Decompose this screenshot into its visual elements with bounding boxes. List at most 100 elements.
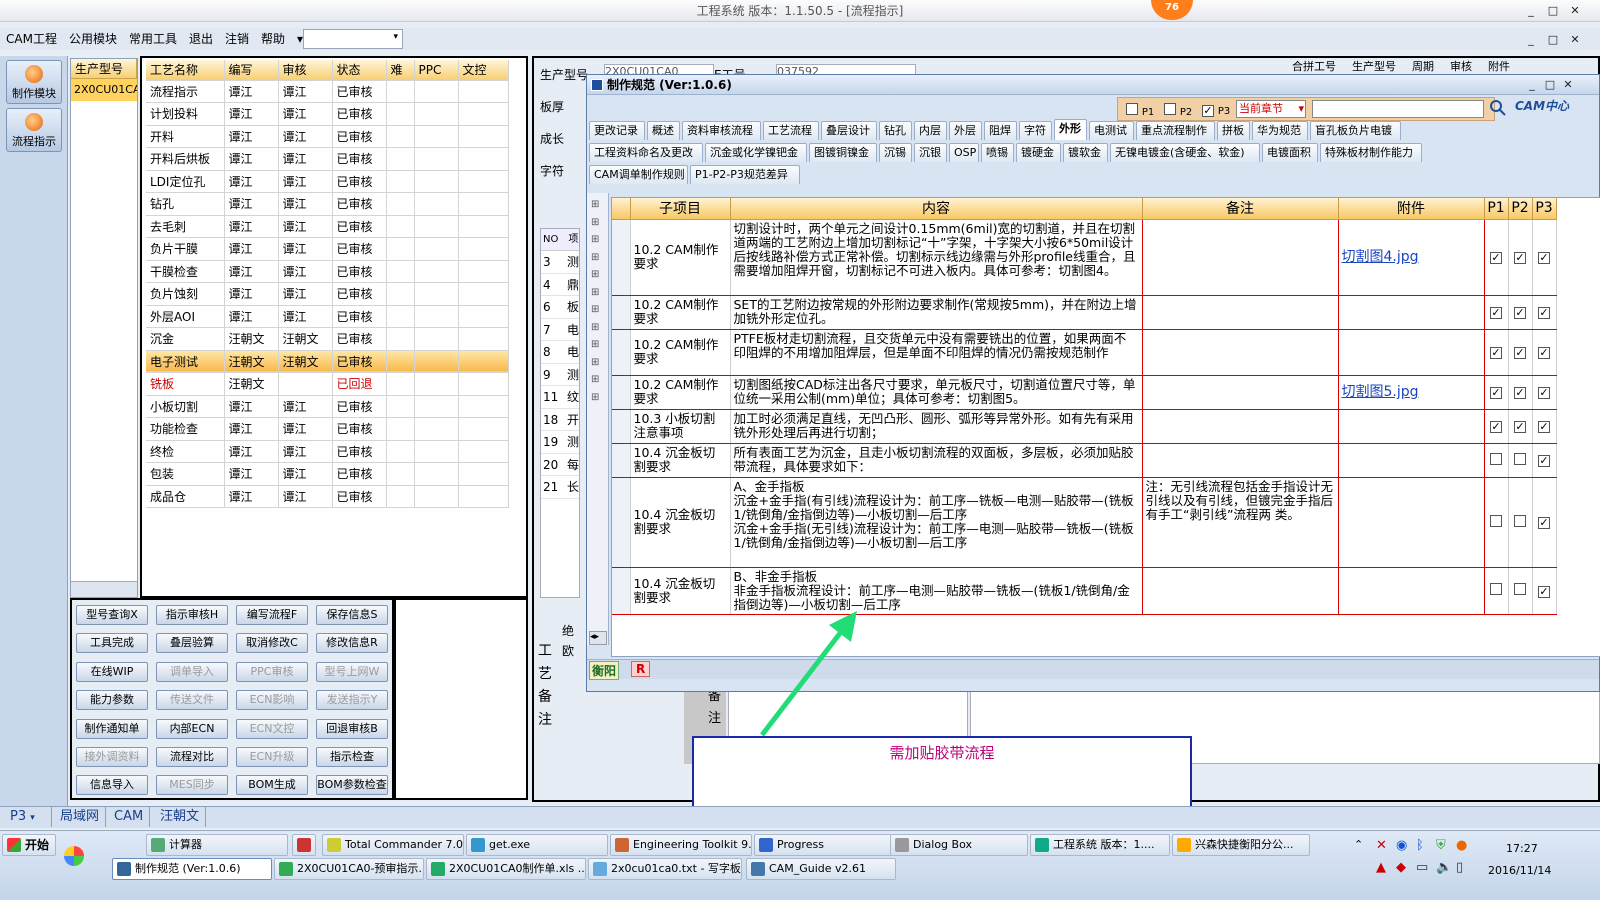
no-row[interactable]: 21 长 [541, 476, 579, 499]
tab-tabs_row1-11[interactable]: 电测试 [1089, 121, 1134, 140]
expand-icon[interactable]: ⊞ [591, 392, 599, 403]
model-header[interactable]: 生产型号 [71, 59, 137, 79]
status-user[interactable]: 汪朝文 [154, 807, 207, 827]
action-button[interactable]: PPC审核 [236, 661, 308, 682]
action-button[interactable]: 内部ECN [156, 718, 228, 739]
action-button[interactable]: 保存信息S [316, 605, 388, 625]
checkbox-icon[interactable] [1490, 452, 1502, 465]
no-row[interactable]: 18 开 [541, 409, 579, 431]
tab-tabs_row1-4[interactable]: 叠层设计 [821, 121, 877, 140]
checkmark-icon[interactable]: ✓ [1514, 421, 1526, 433]
tab-tabs_row2-6[interactable]: 喷锡 [981, 143, 1014, 162]
action-button[interactable]: 传送文件 [156, 690, 228, 711]
tab-tabs_row1-7[interactable]: 外层 [949, 121, 982, 140]
process-row[interactable]: 计划投料 谭江 谭江 已审核 [146, 102, 509, 126]
taskbar-button[interactable] [292, 834, 316, 856]
tab-tabs_row2-5[interactable]: OSP [949, 143, 979, 162]
taskbar-button[interactable]: Total Commander 7.0... [322, 834, 464, 856]
tab-tabs_row2-10[interactable]: 电镀面积 [1262, 143, 1318, 162]
taskbar-button[interactable]: 制作规范 (Ver:1.0.6) [112, 858, 272, 880]
menu-combo[interactable]: ▾ [303, 29, 403, 49]
process-row[interactable]: 功能检查 谭江 谭江 已审核 [146, 417, 509, 441]
expand-icon[interactable]: ⊞ [591, 217, 599, 228]
spec-row[interactable]: 10.4 沉金板切割要求 所有表面工艺为沉金，且走小板切割流程的双面板，多层板，必… [612, 443, 1557, 478]
process-row[interactable]: 负片蚀刻 谭江 谭江 已审核 [146, 282, 509, 306]
checkmark-icon[interactable]: ✓ [1538, 387, 1550, 399]
row-selector[interactable] [612, 295, 631, 330]
tray-expand-icon[interactable]: ⌃ [1354, 838, 1363, 851]
tab-tabs_row2-0[interactable]: 工程资料命名及更改 [589, 143, 703, 162]
action-button[interactable]: 修改信息R [316, 633, 388, 654]
checkmark-icon[interactable]: ✓ [1490, 307, 1502, 319]
taskbar-button[interactable]: 兴森快捷衡阳分公... [1172, 834, 1310, 856]
spec-row[interactable]: 10.2 CAM制作要求 切割设计时，两个单元之间设计0.15mm(6mil)宽的… [612, 219, 1557, 296]
taskbar-button[interactable]: 计算器 [146, 834, 288, 856]
tab-tabs_row1-14[interactable]: 华为规范 [1252, 121, 1308, 140]
mdi-minimize-button[interactable]: _ [1522, 32, 1540, 48]
tab-tabs_row1-12[interactable]: 重点流程制作 [1136, 121, 1215, 140]
taskbar-button[interactable]: CAM_Guide v2.61 [746, 858, 896, 880]
tray-app-icon[interactable]: ● [1456, 838, 1467, 853]
menu-help[interactable]: 帮助 [255, 28, 291, 50]
detail-tab[interactable]: 周期 [1412, 60, 1434, 73]
mdi-maximize-button[interactable]: □ [1544, 32, 1562, 48]
tray-bluetooth-icon[interactable]: ᛒ [1416, 838, 1424, 853]
no-row[interactable]: 6板 [541, 296, 579, 319]
row-selector[interactable] [612, 375, 631, 410]
checkmark-icon[interactable]: ✓ [1514, 252, 1526, 264]
process-row[interactable]: 开料后烘板 谭江 谭江 已审核 [146, 147, 509, 171]
checkbox-icon[interactable] [1490, 514, 1502, 527]
action-button[interactable]: ECN影响 [236, 690, 308, 711]
checkmark-icon[interactable]: ✓ [1514, 387, 1526, 399]
taskbar-button[interactable]: 2X0CU01CA0制作单.xls ... [426, 858, 586, 880]
process-row[interactable]: 成品仓 谭江 谭江 已审核 [146, 485, 509, 508]
action-button[interactable]: 制作通知单 [76, 718, 148, 739]
checkbox-icon[interactable] [1514, 583, 1526, 595]
process-row[interactable]: 铣板 汪朝文 已回退 [146, 372, 509, 396]
process-row[interactable]: 钻孔 谭江 谭江 已审核 [146, 192, 509, 216]
action-button[interactable]: ECN升级 [236, 747, 308, 767]
taskbar-button[interactable]: 2X0CU01CA0-预审指示... [274, 858, 424, 880]
close-button[interactable]: ✕ [1566, 3, 1584, 19]
action-button[interactable]: 能力参数 [76, 690, 148, 711]
process-row[interactable]: 外层AOI 谭江 谭江 已审核 [146, 305, 509, 328]
row-selector[interactable] [612, 443, 631, 478]
menu-public[interactable]: 公用模块 [63, 28, 123, 50]
no-row[interactable]: 11 纹 [541, 386, 579, 409]
row-selector[interactable] [612, 477, 631, 568]
tray-app2-icon[interactable]: ◆ [1396, 860, 1406, 875]
tray-volume-icon[interactable]: 🔈 [1436, 860, 1452, 875]
expand-icon[interactable]: ⊞ [591, 252, 599, 263]
taskbar-button[interactable]: 2x0cu01ca0.txt - 写字板 [588, 858, 742, 880]
checkmark-icon[interactable]: ✓ [1538, 252, 1550, 264]
tab-tabs_row1-15[interactable]: 盲孔板负片电镀 [1310, 121, 1401, 140]
action-button[interactable]: 在线WIP [76, 661, 148, 682]
search-icon[interactable] [1489, 99, 1507, 117]
no-row[interactable]: 19 测 [541, 431, 579, 454]
action-button[interactable]: 回退审核B [316, 718, 388, 739]
checkmark-icon[interactable]: ✓ [1490, 252, 1502, 264]
taskbar-button[interactable]: Dialog Box [890, 834, 1028, 856]
tab-tabs_row2-9[interactable]: 无镍电镀金(含硬金、软金) [1110, 143, 1260, 162]
attachment-link[interactable]: 切割图5.jpg [1342, 384, 1419, 400]
status-cam[interactable]: CAM [108, 807, 151, 827]
no-row[interactable]: 7电 [541, 319, 579, 341]
tab-tabs_row2-3[interactable]: 沉锡 [879, 143, 912, 162]
checkbox-icon[interactable] [1490, 583, 1502, 595]
grid-header-cell[interactable]: 文控 [458, 60, 509, 81]
model-item[interactable]: 2X0CU01CA [71, 79, 137, 101]
checkmark-icon[interactable]: ✓ [1538, 307, 1550, 319]
p3-filter[interactable]: ✓ P3 [1202, 103, 1230, 117]
tab-tabs_row1-6[interactable]: 内层 [914, 121, 947, 140]
tab-tabs_row1-0[interactable]: 更改记录 [589, 121, 645, 140]
tray-shield-icon[interactable]: ⛨ [1436, 838, 1446, 853]
spec-row[interactable]: 10.3 小板切割注意事项 加工时必须满足直线，无凹凸形、圆形、弧形等异常外形。如… [612, 409, 1557, 444]
action-button[interactable]: 型号上网W [316, 661, 388, 682]
expand-icon[interactable]: ⊞ [591, 287, 599, 298]
process-row[interactable]: 负片干膜 谭江 谭江 已审核 [146, 237, 509, 261]
detail-tab[interactable]: 审核 [1450, 60, 1472, 73]
spec-row[interactable]: 10.2 CAM制作要求 切割图纸按CAD标注出各尺寸要求，单元板尺寸，切割道位置… [612, 375, 1557, 410]
row-selector[interactable] [612, 219, 631, 296]
tab-tabs_row1-3[interactable]: 工艺流程 [763, 121, 819, 140]
grid-header-cell[interactable]: 审核 [278, 60, 333, 81]
